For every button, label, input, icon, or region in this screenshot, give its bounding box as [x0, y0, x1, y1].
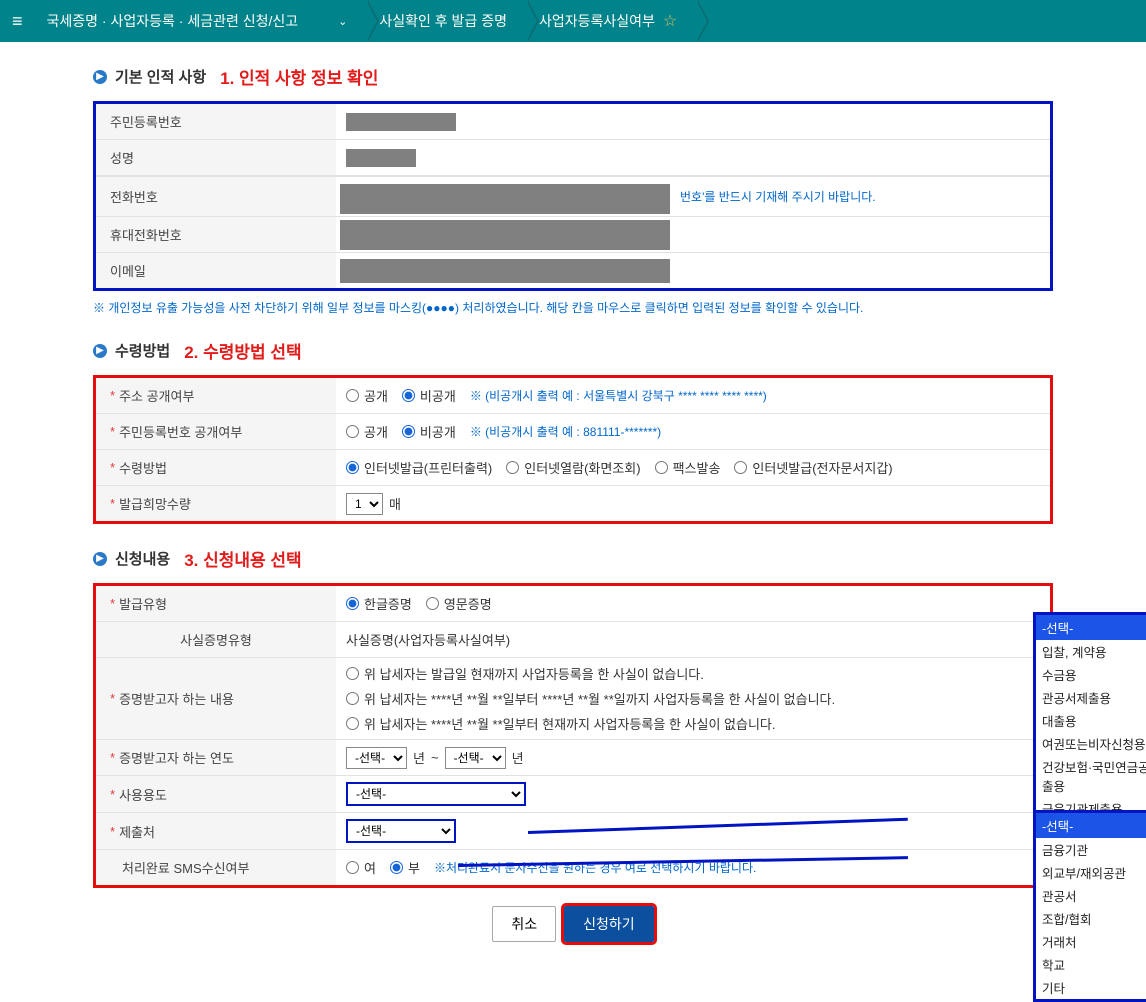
year-unit-1: 년: [413, 748, 425, 767]
label-cert-year: *증명받고자 하는 연도: [96, 740, 336, 775]
radio-rrn-public[interactable]: 공개: [346, 422, 388, 441]
bullet-icon: ▶: [93, 344, 107, 358]
radio-korean-cert[interactable]: 한글증명: [346, 594, 412, 613]
masked-email[interactable]: [340, 259, 670, 283]
menu-icon[interactable]: ≡: [12, 11, 23, 32]
breadcrumb-level3[interactable]: 사업자등록사실여부 ☆: [527, 0, 697, 42]
select-purpose[interactable]: -선택-: [346, 782, 526, 806]
bullet-icon: ▶: [93, 552, 107, 566]
radio-method-ewallet[interactable]: 인터넷발급(전자문서지갑): [734, 458, 892, 477]
label-phone: 전화번호: [110, 187, 158, 206]
label-rrn-public: *주민등록번호 공개여부: [96, 414, 336, 449]
submit-option[interactable]: 조합/협회: [1036, 907, 1146, 930]
cancel-button[interactable]: 취소: [492, 906, 556, 942]
purpose-options-header: -선택-: [1036, 615, 1146, 640]
submit-option[interactable]: 학교: [1036, 953, 1146, 976]
purpose-option[interactable]: 수금용: [1036, 663, 1146, 686]
radio-method-print[interactable]: 인터넷발급(프린터출력): [346, 458, 492, 477]
label-cert-content: *증명받고자 하는 내용: [96, 658, 336, 739]
breadcrumb-level1[interactable]: 국세증명 · 사업자등록 · 세금관련 신청/신고 ⌄: [35, 0, 368, 42]
breadcrumb-level1-label: 국세증명 · 사업자등록 · 세금관련 신청/신고: [47, 11, 299, 31]
section2-annotation: 2. 수령방법 선택: [184, 338, 301, 363]
chevron-down-icon: ⌄: [338, 15, 347, 28]
radio-method-fax[interactable]: 팩스발송: [655, 458, 721, 477]
label-sms: 처리완료 SMS수신여부: [96, 850, 336, 885]
star-icon[interactable]: ☆: [663, 11, 677, 31]
apply-button[interactable]: 신청하기: [564, 906, 654, 942]
select-submit-to[interactable]: -선택-: [346, 819, 456, 843]
bullet-icon: ▶: [93, 70, 107, 84]
apply-content-box: *발급유형 한글증명 영문증명 사실증명유형 사실증명(사업자등록사실여부) *…: [93, 583, 1053, 888]
select-quantity[interactable]: 1: [346, 493, 383, 515]
year-unit-2: 년: [512, 748, 524, 767]
radio-content-2[interactable]: 위 납세자는 ****년 **월 **일부터 ****년 **월 **일까지 사…: [346, 689, 835, 708]
receive-method-box: *주소 공개여부 공개 비공개 ※ (비공개시 출력 예 : 서울특별시 강북구…: [93, 375, 1053, 524]
radio-method-view[interactable]: 인터넷열람(화면조회): [506, 458, 640, 477]
radio-sms-no[interactable]: 부: [390, 858, 420, 877]
section-title-personal: ▶ 기본 인적 사항 1. 인적 사항 정보 확인: [93, 64, 1053, 89]
section2-title-text: 수령방법: [115, 340, 170, 361]
purpose-option[interactable]: 대출용: [1036, 709, 1146, 732]
fact-type-value: 사실증명(사업자등록사실여부): [346, 630, 510, 649]
radio-content-1[interactable]: 위 납세자는 발급일 현재까지 사업자등록을 한 사실이 없습니다.: [346, 664, 835, 683]
label-quantity: *발급희망수량: [96, 486, 336, 521]
rrn-hint: ※ (비공개시 출력 예 : 881111-*******): [470, 423, 661, 440]
addr-hint: ※ (비공개시 출력 예 : 서울특별시 강북구 **** **** **** …: [470, 387, 767, 404]
sms-hint: ※처리완료시 문자수신을 원하는 경우 여로 선택하시기 바랍니다.: [434, 859, 756, 876]
section-title-apply: ▶ 신청내용 3. 신청내용 선택: [93, 546, 1053, 571]
personal-footnote: ※ 개인정보 유출 가능성을 사전 차단하기 위해 일부 정보를 마스킹(●●●…: [93, 299, 1053, 316]
personal-info-box: 주민등록번호 성명 전화번호 번호'를 반드시 기재해 주시기 바랍니다. 휴대…: [93, 101, 1053, 291]
section1-title-text: 기본 인적 사항: [115, 66, 206, 87]
qty-unit: 매: [389, 494, 401, 513]
section-title-receive: ▶ 수령방법 2. 수령방법 선택: [93, 338, 1053, 363]
radio-addr-private[interactable]: 비공개: [402, 386, 456, 405]
radio-rrn-private[interactable]: 비공개: [402, 422, 456, 441]
submit-option[interactable]: 기타: [1036, 976, 1146, 999]
label-issue-type: *발급유형: [96, 586, 336, 621]
submit-option[interactable]: 관공서: [1036, 884, 1146, 907]
label-purpose: *사용용도: [96, 776, 336, 812]
masked-phone[interactable]: [340, 184, 670, 214]
radio-content-3[interactable]: 위 납세자는 ****년 **월 **일부터 현재까지 사업자등록을 한 사실이…: [346, 714, 835, 733]
breadcrumb-level2[interactable]: 사실확인 후 발급 증명: [367, 0, 527, 42]
radio-addr-public[interactable]: 공개: [346, 386, 388, 405]
masked-rrn[interactable]: [346, 113, 456, 131]
masked-mobile[interactable]: [340, 220, 670, 250]
phone-hint: 번호'를 반드시 기재해 주시기 바랍니다.: [680, 188, 876, 205]
year-tilde: ~: [431, 750, 439, 765]
purpose-option[interactable]: 건강보험·국민연금공단제출용: [1036, 755, 1146, 797]
breadcrumb-level2-label: 사실확인 후 발급 증명: [379, 11, 507, 31]
submit-options-header: -선택-: [1036, 813, 1146, 838]
label-submit-to: *제출처: [96, 813, 336, 849]
purpose-option[interactable]: 여권또는비자신청용: [1036, 732, 1146, 755]
label-email: 이메일: [96, 253, 336, 288]
button-bar: 취소 신청하기: [93, 906, 1053, 942]
submit-option[interactable]: 거래처: [1036, 930, 1146, 953]
top-breadcrumb-bar: ≡ 국세증명 · 사업자등록 · 세금관련 신청/신고 ⌄ 사실확인 후 발급 …: [0, 0, 1146, 42]
label-rrn: 주민등록번호: [96, 104, 336, 139]
radio-sms-yes[interactable]: 여: [346, 858, 376, 877]
section3-annotation: 3. 신청내용 선택: [184, 546, 301, 571]
section1-annotation: 1. 인적 사항 정보 확인: [220, 64, 378, 89]
section3-title-text: 신청내용: [115, 548, 170, 569]
label-addr-public: *주소 공개여부: [96, 378, 336, 413]
breadcrumb-level3-label: 사업자등록사실여부: [539, 11, 655, 31]
purpose-option[interactable]: 입찰, 계약용: [1036, 640, 1146, 663]
radio-english-cert[interactable]: 영문증명: [426, 594, 492, 613]
purpose-option[interactable]: 관공서제출용: [1036, 686, 1146, 709]
label-name: 성명: [96, 140, 336, 175]
label-mobile: 휴대전화번호: [96, 217, 336, 252]
submit-options-panel: -선택- 금융기관외교부/재외공관관공서조합/협회거래처학교기타: [1033, 810, 1146, 1002]
submit-option[interactable]: 외교부/재외공관: [1036, 861, 1146, 884]
label-fact-type: 사실증명유형: [96, 622, 336, 657]
submit-option[interactable]: 금융기관: [1036, 838, 1146, 861]
select-year-from[interactable]: -선택-: [346, 747, 407, 769]
select-year-to[interactable]: -선택-: [445, 747, 506, 769]
masked-name[interactable]: [346, 149, 416, 167]
label-method: *수령방법: [96, 450, 336, 485]
